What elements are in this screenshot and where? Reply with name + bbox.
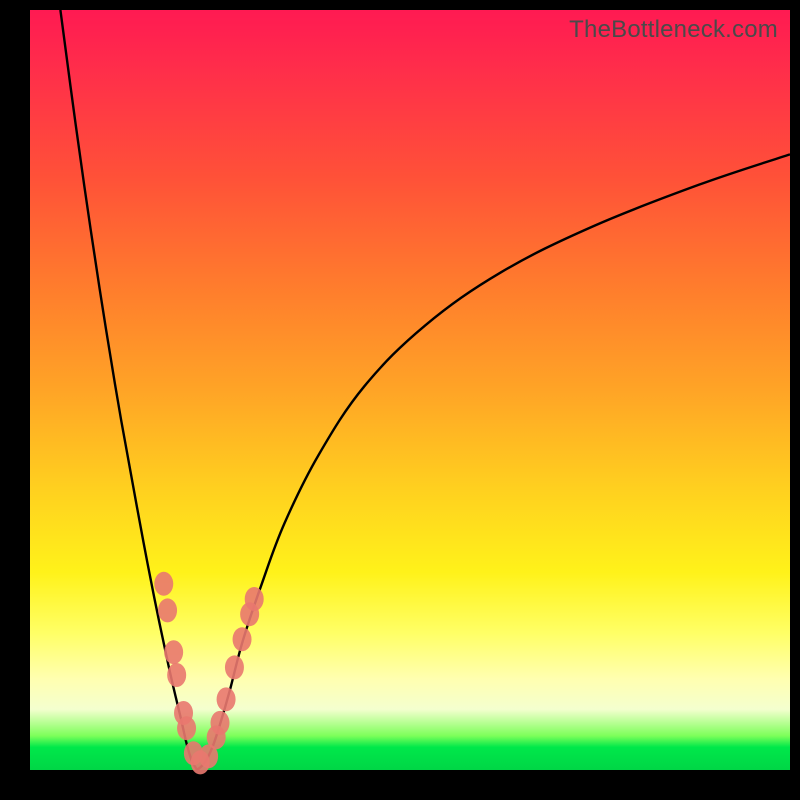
curve-right <box>197 154 790 770</box>
curve-marker <box>225 655 244 679</box>
curve-layer <box>30 10 790 770</box>
chart-frame: TheBottleneck.com <box>0 0 800 800</box>
curve-marker <box>233 627 252 651</box>
curve-marker <box>158 598 177 622</box>
curve-marker <box>167 663 186 687</box>
curve-marker <box>245 587 264 611</box>
marker-group <box>154 572 263 775</box>
curve-marker <box>164 640 183 664</box>
curve-marker <box>217 687 236 711</box>
curve-marker <box>154 572 173 596</box>
curve-marker <box>177 716 196 740</box>
curve-marker <box>211 711 230 735</box>
plot-area: TheBottleneck.com <box>30 10 790 770</box>
